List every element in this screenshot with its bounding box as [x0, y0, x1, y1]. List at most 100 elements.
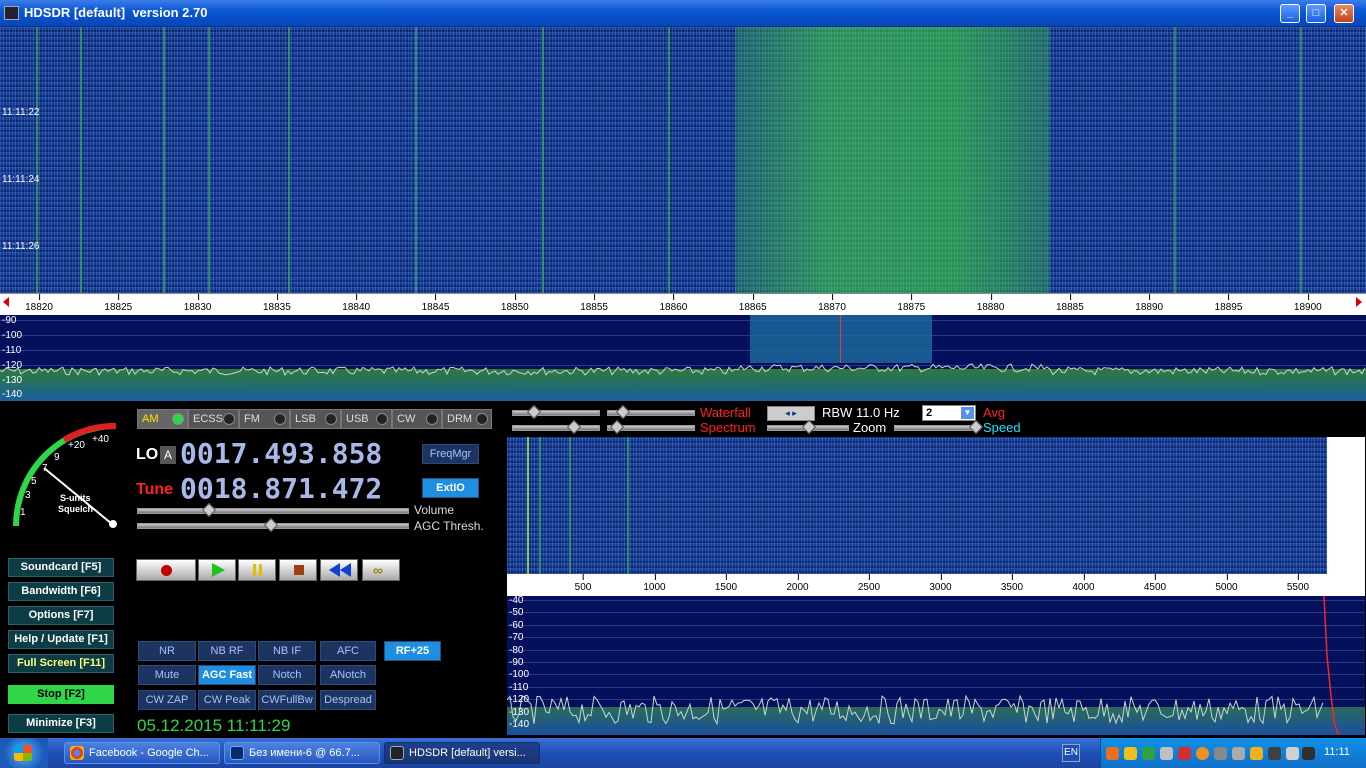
zoom-slider[interactable] [767, 419, 849, 435]
nr-button[interactable]: NR [138, 641, 196, 661]
volume-label: Volume [414, 503, 455, 517]
avg-select[interactable]: 2 ▼ [922, 405, 976, 421]
slider-knob[interactable] [801, 419, 817, 435]
soundcard-button[interactable]: Soundcard [F5] [8, 558, 114, 577]
frequency-tick-label: 18870 [818, 294, 846, 313]
rf-frequency-scale[interactable]: 18820 18825 18830 18835 18840 18845 18850 18855… [0, 293, 1366, 315]
rbw-stepper[interactable]: ◂ ▸ [767, 406, 815, 421]
taskbar-chrome[interactable]: Facebook - Google Ch... [64, 742, 220, 764]
led-icon [325, 413, 337, 425]
full-screen-button[interactable]: Full Screen [F11] [8, 654, 114, 673]
rf25-button[interactable]: RF+25 [384, 641, 441, 661]
tray-alert-icon[interactable] [1178, 747, 1191, 760]
taskbar-hdsdr[interactable]: HDSDR [default] versi... [384, 742, 540, 764]
smeter-label: 3 [25, 490, 31, 501]
close-window-button[interactable]: ✕ [1334, 4, 1354, 23]
cw-fullbw-button[interactable]: CWFullBw [258, 690, 316, 710]
tray-display-icon[interactable] [1286, 747, 1299, 760]
tray-misc-icon[interactable] [1302, 747, 1315, 760]
tray-shield-icon[interactable] [1124, 747, 1137, 760]
mode-drm-button[interactable]: DRM [442, 409, 492, 429]
taskbar-clock[interactable]: 11:11 [1324, 746, 1350, 758]
slider-knob[interactable] [615, 404, 631, 420]
avg-label: Avg [983, 405, 1006, 420]
tray-speaker-icon[interactable] [1232, 747, 1245, 760]
mode-fm-button[interactable]: FM [239, 409, 290, 429]
tune-frequency-display[interactable]: 0018.871.472 [180, 472, 382, 505]
scroll-left-icon[interactable] [3, 297, 9, 307]
lo-lock-tag[interactable]: A [160, 446, 176, 464]
language-indicator[interactable]: EN [1062, 744, 1080, 762]
rf-spectrum[interactable]: -90 -100 -110 -120 -130 -140 [0, 315, 1366, 401]
nb-rf-button[interactable]: NB RF [198, 641, 256, 661]
options-button[interactable]: Options [F7] [8, 606, 114, 625]
mode-lsb-button[interactable]: LSB [290, 409, 341, 429]
waterfall-timestamp: 11:11:24 [2, 174, 40, 185]
scroll-right-icon[interactable] [1356, 297, 1362, 307]
mode-am-button[interactable]: AM [137, 409, 188, 429]
app-icon [4, 6, 19, 20]
af-spectrum[interactable]: -40 -50 -60 -70 -80 -90 -100 -110 -120 -130 -140 [507, 596, 1365, 735]
loop-icon: ∞ [373, 562, 383, 578]
tray-keyboard-icon[interactable] [1268, 747, 1281, 760]
bandwidth-button[interactable]: Bandwidth [F6] [8, 582, 114, 601]
mode-cw-button[interactable]: CW [392, 409, 442, 429]
slider-knob[interactable] [968, 419, 984, 435]
taskbar-photoshop[interactable]: Без имени-6 @ 66.7... [224, 742, 380, 764]
rewind-button[interactable] [320, 559, 358, 581]
af-frequency-tick-label: 3500 [1000, 574, 1024, 593]
anotch-button[interactable]: ANotch [320, 665, 376, 685]
spectrum-slider-b[interactable] [607, 419, 695, 435]
freqmgr-button[interactable]: FreqMgr [422, 444, 479, 464]
pause-button[interactable] [238, 559, 276, 581]
mode-usb-button[interactable]: USB [341, 409, 392, 429]
slider-knob[interactable] [566, 419, 582, 435]
volume-slider[interactable] [137, 502, 409, 518]
record-button[interactable] [136, 559, 196, 581]
af-waterfall[interactable] [507, 437, 1365, 574]
stop-button[interactable]: Stop [F2] [8, 685, 114, 704]
loop-button[interactable]: ∞ [362, 559, 400, 581]
minimize-button[interactable]: Minimize [F3] [8, 714, 114, 733]
minimize-window-button[interactable]: _ [1280, 4, 1300, 23]
waterfall-slider-b[interactable] [607, 404, 695, 420]
tray-folder-icon[interactable] [1250, 747, 1263, 760]
nb-if-button[interactable]: NB IF [258, 641, 316, 661]
pause-icon [253, 564, 256, 576]
afc-button[interactable]: AFC [320, 641, 376, 661]
db-label: -130 [2, 375, 23, 386]
waterfall-slider-a[interactable] [512, 404, 600, 420]
lo-frequency-display[interactable]: 0017.493.858 [180, 437, 382, 470]
play-button[interactable] [198, 559, 236, 581]
tray-app-icon[interactable] [1106, 747, 1119, 760]
tray-media-icon[interactable] [1196, 747, 1209, 760]
despread-button[interactable]: Despread [320, 690, 376, 710]
stop-playback-button[interactable] [279, 559, 317, 581]
chevron-down-icon[interactable]: ▼ [961, 407, 974, 419]
start-button[interactable] [0, 738, 48, 768]
rf-waterfall[interactable]: 11:11:22 11:11:24 11:11:26 [0, 27, 1366, 293]
af-frequency-scale[interactable]: 500 1000 1500 2000 2500 3000 3500 4000 4500 5000 5… [507, 574, 1365, 596]
speed-slider[interactable] [894, 419, 984, 435]
mute-button[interactable]: Mute [138, 665, 196, 685]
slider-knob[interactable] [526, 404, 542, 420]
tray-monitor-icon[interactable] [1160, 747, 1173, 760]
agc-threshold-slider[interactable] [137, 517, 409, 533]
help-update-button[interactable]: Help / Update [F1] [8, 630, 114, 649]
mode-ecss-button[interactable]: ECSS [188, 409, 239, 429]
extio-button[interactable]: ExtIO [422, 478, 479, 498]
s-meter: +40 +20 9 7 5 3 1 S-units Squelch [13, 422, 117, 528]
agc-fast-button[interactable]: AGC Fast [198, 665, 256, 685]
frequency-tick-label: 18875 [897, 294, 926, 313]
spectrum-slider-a[interactable] [512, 419, 600, 435]
slider-knob[interactable] [609, 419, 625, 435]
af-db-label: -100 [509, 669, 530, 681]
notch-button[interactable]: Notch [258, 665, 316, 685]
maximize-window-button[interactable]: □ [1306, 4, 1326, 23]
tray-device-icon[interactable] [1214, 747, 1227, 760]
cw-peak-button[interactable]: CW Peak [198, 690, 256, 710]
datetime-display: 05.12.2015 11:11:29 [137, 716, 291, 735]
tray-network-icon[interactable] [1142, 747, 1155, 760]
rbw-label: RBW 11.0 Hz [822, 405, 900, 420]
cw-zap-button[interactable]: CW ZAP [138, 690, 196, 710]
